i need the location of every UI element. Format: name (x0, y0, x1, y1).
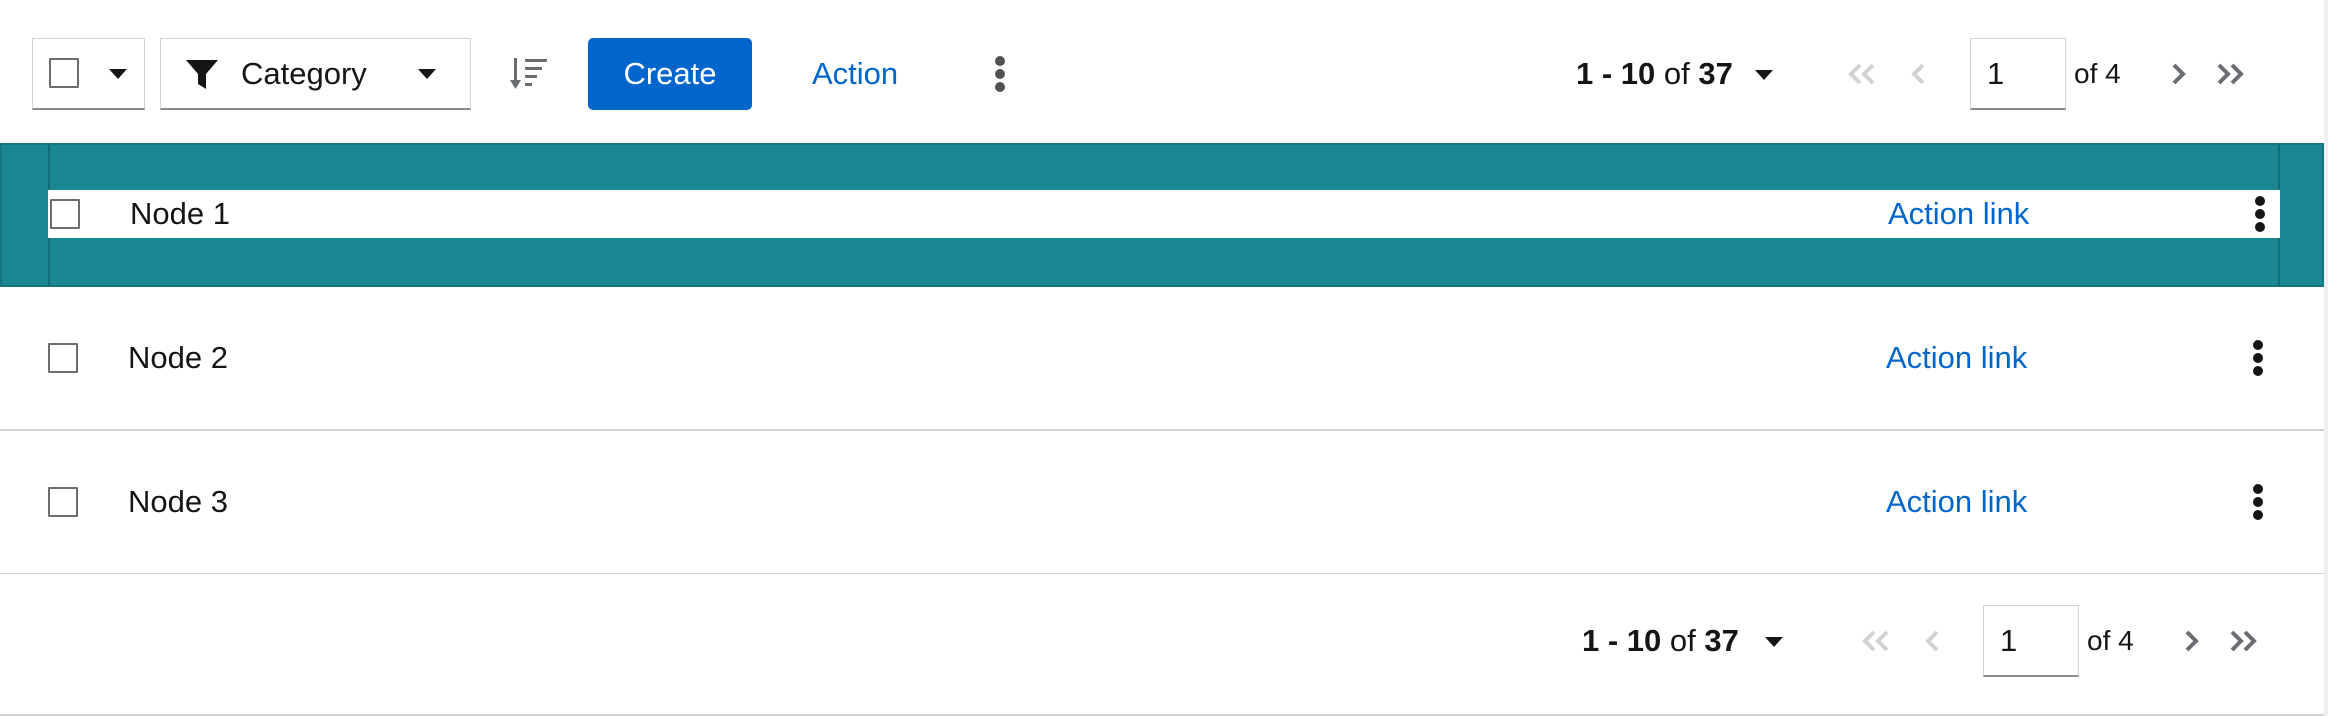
row-name: Node 3 (128, 484, 228, 519)
row-action-link[interactable]: Action link (1886, 484, 2027, 520)
toolbar: Category Create Action 1 - 10 of 37 1 of… (0, 0, 2324, 143)
list-item[interactable]: Node 2 Action link (0, 287, 2324, 431)
pagination-range: 1 - 10 (1576, 56, 1656, 91)
pagination-of: of (1669, 623, 1705, 658)
page-count: of 4 (2074, 58, 2121, 89)
row-action-link[interactable]: Action link (1888, 196, 2029, 232)
pagination-total: 37 (1698, 56, 1733, 91)
last-page-icon[interactable] (2225, 627, 2259, 655)
caret-down-icon[interactable] (109, 69, 127, 79)
row-checkbox[interactable] (50, 199, 80, 229)
create-button[interactable]: Create (588, 38, 752, 110)
pagination-top: 1 - 10 of 37 1 of 4 (1576, 38, 2276, 110)
next-page-icon[interactable] (2174, 627, 2208, 655)
caret-down-icon[interactable] (1765, 637, 1783, 647)
data-list-page: Category Create Action 1 - 10 of 37 1 of… (0, 0, 2328, 716)
bulk-select-toggle[interactable] (32, 38, 145, 110)
pagination-count-toggle[interactable]: 1 - 10 of 37 (1582, 605, 1739, 677)
list-item[interactable]: Node 3 Action link (0, 431, 2324, 575)
bulk-select-checkbox[interactable] (49, 58, 79, 88)
page-number-input[interactable]: 1 (1983, 605, 2079, 677)
page-number-input[interactable]: 1 (1970, 38, 2066, 110)
category-filter-select[interactable]: Category (160, 38, 471, 110)
row-name: Node 1 (130, 196, 230, 231)
pagination-total: 37 (1704, 623, 1739, 658)
row-action-link[interactable]: Action link (1886, 340, 2027, 376)
row-name: Node 2 (128, 340, 228, 375)
pagination-of: of (1663, 56, 1699, 91)
pagination-bottom: 1 - 10 of 37 1 of 4 (1582, 605, 2282, 677)
next-page-icon[interactable] (2161, 60, 2195, 88)
ellipsis-v-icon[interactable] (2252, 484, 2264, 520)
last-page-icon[interactable] (2212, 60, 2246, 88)
pagination-count-toggle[interactable]: 1 - 10 of 37 (1576, 38, 1733, 110)
page-count: of 4 (2087, 625, 2134, 656)
sort-amount-down-icon[interactable] (510, 56, 550, 92)
pagination-range: 1 - 10 (1582, 623, 1662, 658)
first-page-icon[interactable] (1860, 627, 1894, 655)
action-button[interactable]: Action (812, 38, 898, 110)
caret-down-icon[interactable] (1755, 70, 1773, 80)
first-page-icon[interactable] (1846, 60, 1880, 88)
ellipsis-v-icon[interactable] (2252, 340, 2264, 376)
caret-down-icon (418, 69, 436, 79)
filter-icon (186, 60, 218, 89)
category-filter-label: Category (241, 56, 367, 91)
row-checkbox[interactable] (48, 343, 78, 373)
list-item[interactable]: Node 1 Action link (0, 143, 2324, 287)
scrollbar-track[interactable] (2324, 0, 2328, 716)
row-checkbox[interactable] (48, 487, 78, 517)
ellipsis-v-icon[interactable] (2254, 196, 2266, 232)
ellipsis-v-icon[interactable] (994, 56, 1006, 92)
previous-page-icon[interactable] (1902, 60, 1936, 88)
previous-page-icon[interactable] (1916, 627, 1950, 655)
